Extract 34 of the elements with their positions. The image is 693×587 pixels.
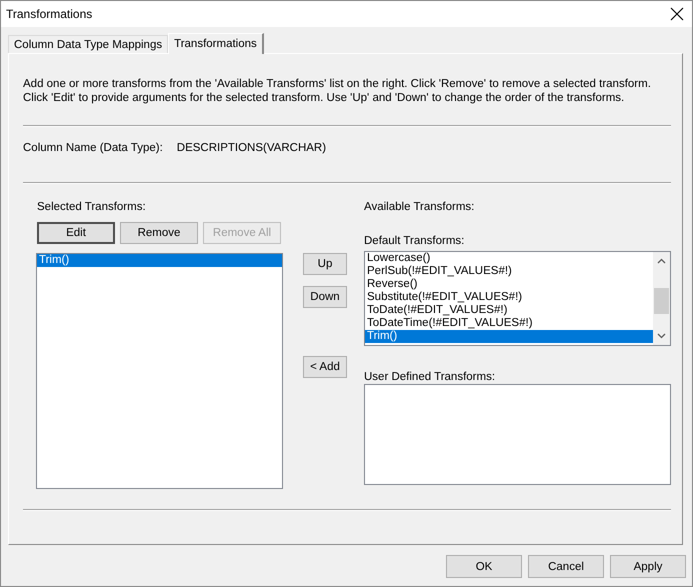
list-box[interactable] [364,384,671,485]
move-button[interactable]: Up [303,253,347,275]
column-name-value: DESCRIPTIONS(VARCHAR) [176,142,326,154]
list-item[interactable]: ToDateTime(!#EDIT_VALUES#!) [365,317,653,330]
dialog-button[interactable]: OK [446,555,522,578]
list-box[interactable]: Lowercase() PerlSub(!#EDIT_VALUES#!) Reverse() Substitute(!#EDIT_VALUES#!) ToDate(!#EDIT_VALUES#!) ToDateTime(!#EDIT_VALUES#!) Trim() [364,251,671,346]
add-button[interactable]: < Add [303,356,347,378]
instructions-text: Add one or more transforms from the 'Available Transforms' list on the right. Click 'Remove' to remove a selected transform. Click 'Edit' to provide arguments for the selected transform. Use 'Up' and 'Down' to change the order of the transforms. [23,77,652,105]
close-icon[interactable] [670,7,684,21]
move-button[interactable]: Down [303,286,347,308]
window-title: Transformations [6,7,92,21]
list-item[interactable]: Lowercase() [365,252,653,265]
scroll-up-icon[interactable] [657,258,666,264]
list-item[interactable]: Reverse() [365,278,653,291]
list-item[interactable]: PerlSub(!#EDIT_VALUES#!) [365,265,653,278]
action-button[interactable]: Edit [37,222,115,244]
scrollbar[interactable] [653,252,670,345]
scroll-down-icon[interactable] [657,333,666,339]
user-defined-transforms-label: User Defined Transforms: [364,371,496,383]
selected-transforms-label: Selected Transforms: [37,201,147,213]
list-item[interactable]: Trim() [365,330,653,343]
tab[interactable]: Transformations [168,33,264,54]
dialog-button[interactable]: Apply [610,555,686,578]
default-transforms-label: Default Transforms: [364,235,466,247]
available-transforms-label: Available Transforms: [364,201,476,213]
column-name-label: Column Name (Data Type): [23,142,163,154]
dialog-button[interactable]: Cancel [528,555,604,578]
list-item[interactable]: ToDate(!#EDIT_VALUES#!) [365,304,653,317]
tab[interactable]: Column Data Type Mappings [8,35,168,53]
list-item[interactable]: Substitute(!#EDIT_VALUES#!) [365,291,653,304]
scroll-thumb[interactable] [654,288,669,314]
list-item[interactable]: Trim() [37,254,282,267]
list-box[interactable]: Trim() [36,253,283,489]
action-button[interactable]: Remove [120,222,198,244]
